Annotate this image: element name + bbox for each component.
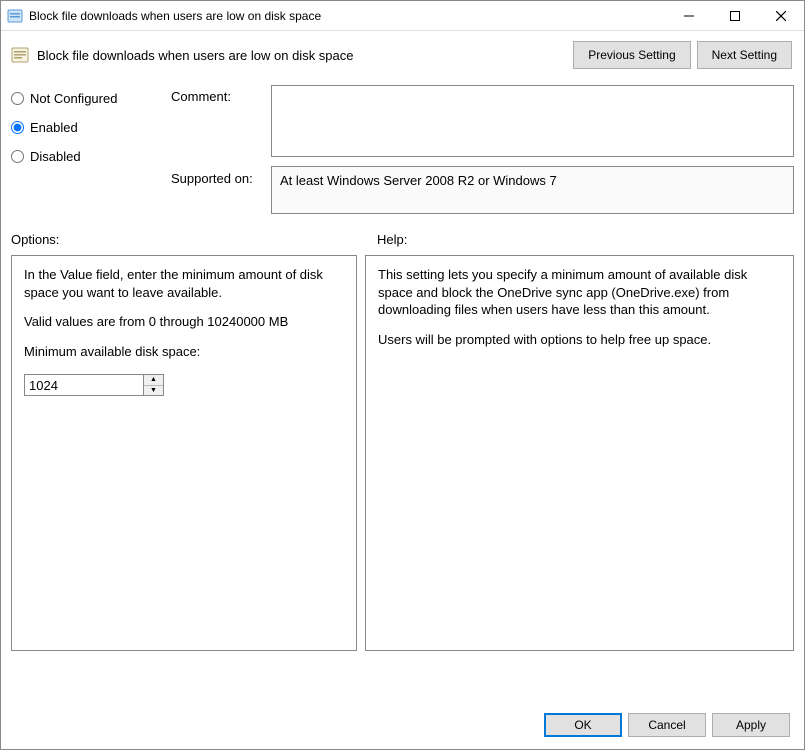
spin-down-button[interactable]: ▼ <box>144 386 163 396</box>
ok-button[interactable]: OK <box>544 713 622 737</box>
config-area: Not Configured Enabled Disabled Comment:… <box>1 77 804 218</box>
radio-not-configured-input[interactable] <box>11 92 24 105</box>
minimize-button[interactable] <box>666 1 712 30</box>
next-setting-button[interactable]: Next Setting <box>697 41 792 69</box>
min-disk-space-input[interactable] <box>25 375 143 395</box>
window-controls <box>666 1 804 30</box>
close-button[interactable] <box>758 1 804 30</box>
comment-textarea[interactable] <box>271 85 794 157</box>
cancel-button[interactable]: Cancel <box>628 713 706 737</box>
radio-enabled[interactable]: Enabled <box>11 120 171 135</box>
label-column: Comment: Supported on: <box>171 85 271 214</box>
radio-disabled[interactable]: Disabled <box>11 149 171 164</box>
app-icon <box>7 8 23 24</box>
policy-icon <box>11 46 29 64</box>
supported-on-label: Supported on: <box>171 163 271 211</box>
apply-button[interactable]: Apply <box>712 713 790 737</box>
supported-on-text: At least Windows Server 2008 R2 or Windo… <box>280 173 557 188</box>
options-pane: In the Value field, enter the minimum am… <box>11 255 357 651</box>
help-para-2: Users will be prompted with options to h… <box>378 331 781 349</box>
comment-label: Comment: <box>171 87 271 163</box>
window-title: Block file downloads when users are low … <box>29 9 666 23</box>
footer-buttons: OK Cancel Apply <box>544 713 790 737</box>
help-para-1: This setting lets you specify a minimum … <box>378 266 781 319</box>
header-row: Block file downloads when users are low … <box>1 31 804 77</box>
previous-setting-button[interactable]: Previous Setting <box>573 41 690 69</box>
radio-enabled-label: Enabled <box>30 120 78 135</box>
options-para-2: Valid values are from 0 through 10240000… <box>24 313 344 331</box>
radio-disabled-input[interactable] <box>11 150 24 163</box>
panes-row: In the Value field, enter the minimum am… <box>1 251 804 651</box>
spinner-buttons: ▲ ▼ <box>143 375 163 395</box>
radio-disabled-label: Disabled <box>30 149 81 164</box>
help-section-label: Help: <box>377 232 794 247</box>
help-pane: This setting lets you specify a minimum … <box>365 255 794 651</box>
options-section-label: Options: <box>11 232 377 247</box>
policy-title: Block file downloads when users are low … <box>37 48 567 63</box>
spin-up-button[interactable]: ▲ <box>144 375 163 386</box>
radio-not-configured-label: Not Configured <box>30 91 117 106</box>
radio-enabled-input[interactable] <box>11 121 24 134</box>
options-spin-label: Minimum available disk space: <box>24 343 344 361</box>
section-labels: Options: Help: <box>1 218 804 251</box>
state-column: Not Configured Enabled Disabled <box>11 85 171 214</box>
options-para-1: In the Value field, enter the minimum am… <box>24 266 344 301</box>
min-disk-space-spinbox[interactable]: ▲ ▼ <box>24 374 164 396</box>
maximize-button[interactable] <box>712 1 758 30</box>
radio-not-configured[interactable]: Not Configured <box>11 91 171 106</box>
field-column: At least Windows Server 2008 R2 or Windo… <box>271 85 794 214</box>
titlebar: Block file downloads when users are low … <box>1 1 804 31</box>
supported-on-box: At least Windows Server 2008 R2 or Windo… <box>271 166 794 214</box>
